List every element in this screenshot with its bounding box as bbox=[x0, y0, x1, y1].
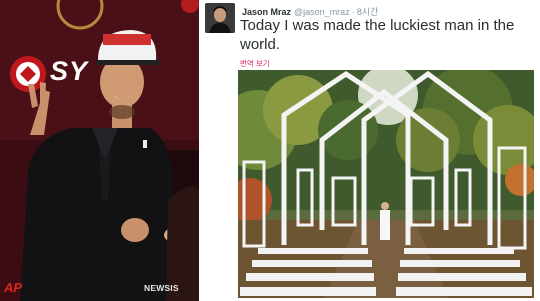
avatar-image bbox=[205, 3, 235, 33]
press-photo-illustration bbox=[0, 0, 199, 301]
avatar[interactable] bbox=[205, 3, 235, 33]
newsis-watermark: NEWSIS bbox=[144, 283, 179, 293]
tweet-media-photo[interactable] bbox=[238, 70, 534, 298]
translate-link[interactable]: 번역 보기 bbox=[240, 58, 270, 69]
sponsor-logo: SY bbox=[50, 56, 89, 86]
tweet-text: Today I was made the luckiest man in the… bbox=[240, 17, 515, 53]
press-photo: SY AP NEWSIS bbox=[0, 0, 199, 301]
ap-logo: AP bbox=[4, 280, 23, 295]
tweet-card: Jason Mraz @jason_mraz · 8시간 Today I was ma… bbox=[202, 0, 540, 301]
wedding-venue-illustration bbox=[238, 70, 534, 298]
